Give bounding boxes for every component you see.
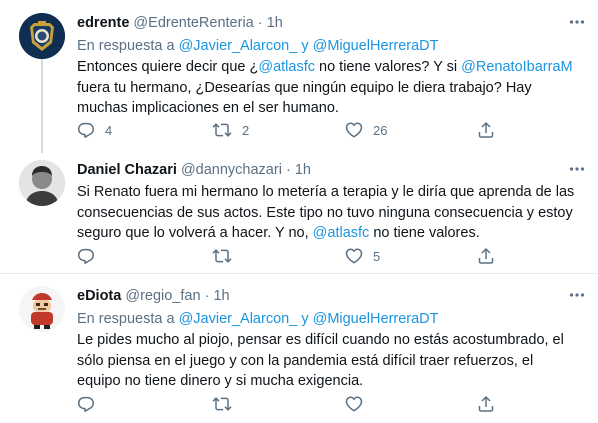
- display-name[interactable]: edrente: [77, 15, 129, 31]
- retweet-button[interactable]: [212, 395, 232, 413]
- separator: ·: [285, 162, 291, 178]
- tweet-edrente[interactable]: edrente @EdrenteRenteria · 1h En respues…: [0, 0, 598, 156]
- text-segment: seguro que lo volverá a hacer. Y no,: [77, 225, 313, 241]
- reply-button[interactable]: [77, 247, 95, 265]
- mention-link[interactable]: @RenatoIbarraM: [461, 59, 572, 75]
- timestamp[interactable]: 1h: [213, 288, 229, 304]
- more-icon[interactable]: [568, 160, 586, 178]
- avatar-ediota[interactable]: [19, 286, 65, 332]
- mention-and[interactable]: y: [301, 311, 308, 327]
- text-line: sólo piensa en el juego y con la pandemi…: [77, 352, 534, 369]
- text-line: Si Renato fuera mi hermano lo metería a …: [77, 184, 575, 200]
- text-line: Le pides mucho al piojo, pensar es difíc…: [77, 332, 564, 348]
- more-icon[interactable]: [568, 286, 586, 304]
- like-icon: [345, 396, 363, 412]
- tweet-text: Le pides mucho al piojo, pensar es difíc…: [77, 330, 586, 392]
- reply-prefix: En respuesta a: [77, 311, 175, 327]
- user-handle[interactable]: @regio_fan: [125, 288, 200, 304]
- retweet-icon: [212, 123, 232, 137]
- mention-link[interactable]: @MiguelHerreraDT: [313, 311, 439, 327]
- tweet-daniel-chazari[interactable]: Daniel Chazari @dannychazari · 1h Si Ren…: [0, 156, 598, 272]
- mention-and[interactable]: y: [301, 38, 308, 54]
- user-handle[interactable]: @EdrenteRenteria: [133, 15, 253, 31]
- like-count: 26: [373, 122, 388, 138]
- text-line: equipo no tiene dinero y si mucha exigen…: [77, 373, 364, 389]
- action-bar: 5: [77, 247, 497, 265]
- retweet-icon: [212, 249, 232, 263]
- display-name[interactable]: Daniel Chazari: [77, 162, 177, 178]
- reply-context: En respuesta a @Javier_Alarcon_ y @Migue…: [77, 36, 439, 56]
- like-count: 5: [373, 248, 381, 264]
- tweet-header: Daniel Chazari @dannychazari · 1h: [77, 160, 311, 180]
- text-segment: Entonces quiere decir que ¿: [77, 59, 259, 75]
- tweet-text: Si Renato fuera mi hermano lo metería a …: [77, 182, 586, 244]
- tweet-header: edrente @EdrenteRenteria · 1h: [77, 13, 283, 33]
- share-button[interactable]: [477, 395, 495, 413]
- text-line: consecuencias de sus actos. Este tipo no…: [77, 204, 573, 221]
- retweet-icon: [212, 397, 232, 411]
- more-icon[interactable]: [568, 13, 586, 31]
- like-icon: [345, 248, 363, 264]
- share-button[interactable]: [477, 247, 495, 265]
- tweet-text: Entonces quiere decir que ¿@atlasfc no t…: [77, 57, 586, 119]
- reply-icon: [77, 122, 94, 138]
- action-bar: [77, 395, 497, 413]
- text-segment: no tiene valores.: [369, 225, 480, 241]
- mention-link[interactable]: @atlasfc: [258, 59, 315, 75]
- mention-link[interactable]: @atlasfc: [313, 225, 370, 241]
- separator: ·: [257, 15, 263, 31]
- reply-button[interactable]: [77, 395, 95, 413]
- separator: ·: [204, 288, 210, 304]
- reply-icon: [77, 248, 94, 264]
- text-line: muchas implicaciones en el ser humano.: [77, 100, 339, 116]
- reply-icon: [77, 396, 94, 412]
- action-bar: 4 2 26: [77, 121, 497, 139]
- reply-button[interactable]: 4: [77, 121, 112, 139]
- timestamp[interactable]: 1h: [295, 162, 311, 178]
- avatar-edrente[interactable]: [19, 13, 65, 59]
- thread-line: [41, 58, 43, 153]
- mention-link[interactable]: @MiguelHerreraDT: [313, 38, 439, 54]
- text-line: fuera tu hermano, ¿Desearías que ningún …: [77, 79, 532, 96]
- mention-link[interactable]: @Javier_Alarcon_: [179, 38, 298, 54]
- reply-context: En respuesta a @Javier_Alarcon_ y @Migue…: [77, 309, 439, 329]
- like-icon: [345, 122, 363, 138]
- retweet-button[interactable]: 2: [212, 121, 249, 139]
- reply-count: 4: [105, 122, 113, 138]
- timestamp[interactable]: 1h: [267, 15, 283, 31]
- share-icon: [478, 395, 494, 412]
- like-button[interactable]: [345, 395, 363, 413]
- share-button[interactable]: [477, 121, 495, 139]
- tweet-header: eDiota @regio_fan · 1h: [77, 286, 230, 306]
- retweet-button[interactable]: [212, 247, 232, 265]
- avatar-daniel-chazari[interactable]: [19, 160, 65, 206]
- like-button[interactable]: 5: [345, 247, 380, 265]
- tweet-ediota[interactable]: eDiota @regio_fan · 1h En respuesta a @J…: [0, 274, 598, 423]
- like-button[interactable]: 26: [345, 121, 387, 139]
- share-icon: [478, 247, 494, 264]
- display-name[interactable]: eDiota: [77, 288, 121, 304]
- mention-link[interactable]: @Javier_Alarcon_: [179, 311, 298, 327]
- reply-prefix: En respuesta a: [77, 38, 175, 54]
- share-icon: [478, 121, 494, 138]
- retweet-count: 2: [242, 122, 250, 138]
- text-segment: no tiene valores? Y si: [315, 59, 462, 75]
- user-handle[interactable]: @dannychazari: [181, 162, 282, 178]
